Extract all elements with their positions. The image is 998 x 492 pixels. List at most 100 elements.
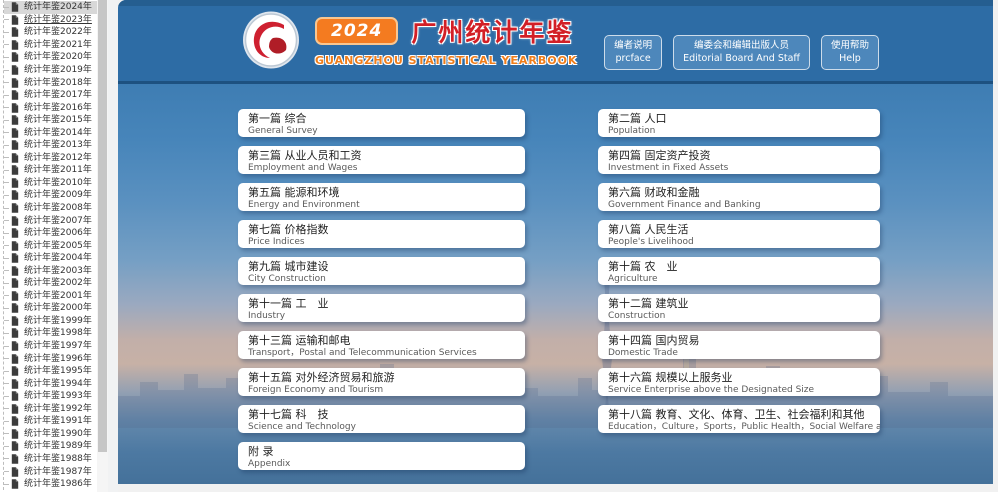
chapter-title-cn: 附 录 [248, 445, 515, 459]
chapter-button[interactable]: 第九篇 城市建设 City Construction [238, 257, 525, 285]
sidebar-item-yearbook[interactable]: 统计年鉴2009年 [4, 189, 97, 202]
sidebar-item-yearbook[interactable]: 统计年鉴1999年 [4, 315, 97, 328]
document-icon [11, 90, 19, 100]
sidebar-item-yearbook[interactable]: 统计年鉴2021年 [4, 39, 97, 52]
sidebar-item-label: 统计年鉴1987年 [22, 466, 94, 478]
sidebar-item-yearbook[interactable]: 统计年鉴1995年 [4, 365, 97, 378]
chapter-button[interactable]: 第十三篇 运输和邮电 Transport，Postal and Telecomm… [238, 331, 525, 359]
chapter-title-cn: 第十五篇 对外经济贸易和旅游 [248, 371, 515, 385]
sidebar-scrollbar[interactable] [97, 0, 108, 492]
sidebar-item-yearbook[interactable]: 统计年鉴2014年 [4, 126, 97, 139]
chapter-button[interactable]: 第十篇 农 业 Agriculture [598, 257, 880, 285]
sidebar-item-yearbook[interactable]: 统计年鉴1997年 [4, 340, 97, 353]
chapter-title-cn: 第二篇 人口 [608, 112, 870, 126]
sidebar-item-yearbook[interactable]: 统计年鉴1992年 [4, 403, 97, 416]
document-icon [11, 78, 19, 88]
tree-connector [4, 270, 9, 271]
sidebar-item-yearbook[interactable]: 统计年鉴2017年 [4, 89, 97, 102]
sidebar-item-yearbook[interactable]: 统计年鉴2006年 [4, 227, 97, 240]
sidebar-item-yearbook[interactable]: 统计年鉴2005年 [4, 239, 97, 252]
tree-connector [4, 233, 9, 234]
sidebar-item-yearbook[interactable]: 统计年鉴1991年 [4, 415, 97, 428]
sidebar-item-yearbook[interactable]: 统计年鉴2002年 [4, 277, 97, 290]
chapter-title-cn: 第十篇 农 业 [608, 260, 870, 274]
chapter-button[interactable]: 第一篇 综合 General Survey [238, 109, 525, 137]
chapter-button[interactable]: 第十五篇 对外经济贸易和旅游 Foreign Economy and Touri… [238, 368, 525, 396]
chapter-title-cn: 第七篇 价格指数 [248, 223, 515, 237]
sidebar-item-yearbook[interactable]: 统计年鉴2023年 [4, 14, 97, 27]
sidebar-item-yearbook[interactable]: 统计年鉴1988年 [4, 453, 97, 466]
chapter-button[interactable]: 第四篇 固定资产投资 Investment in Fixed Assets [598, 146, 880, 174]
chapter-button[interactable]: 附 录 Appendix [238, 442, 525, 470]
yearbook-app: 统计年鉴2024年 统计年鉴2023年 统计年鉴2022年 统计年鉴2021年 … [0, 0, 998, 492]
document-icon [11, 391, 19, 401]
chapter-button[interactable]: 第二篇 人口 Population [598, 109, 880, 137]
help-button[interactable]: 使用帮助 Help [821, 35, 879, 70]
sidebar-item-yearbook[interactable]: 统计年鉴1990年 [4, 428, 97, 441]
tree-connector [4, 120, 9, 121]
sidebar-item-yearbook[interactable]: 统计年鉴1996年 [4, 352, 97, 365]
sidebar-item-yearbook[interactable]: 统计年鉴2015年 [4, 114, 97, 127]
tree-connector [4, 70, 9, 71]
chapter-button[interactable]: 第十二篇 建筑业 Construction [598, 294, 880, 322]
document-icon [11, 303, 19, 313]
tree-connector [4, 107, 9, 108]
sidebar-item-yearbook[interactable]: 统计年鉴1986年 [4, 478, 97, 491]
sidebar-item-label: 统计年鉴1989年 [22, 440, 94, 452]
chapter-button[interactable]: 第十六篇 规模以上服务业 Service Enterprise above th… [598, 368, 880, 396]
scrollbar-thumb[interactable] [98, 0, 107, 452]
chapter-button[interactable]: 第十一篇 工 业 Industry [238, 294, 525, 322]
sidebar-item-yearbook[interactable]: 统计年鉴2019年 [4, 64, 97, 77]
chapter-button[interactable]: 第五篇 能源和环境 Energy and Environment [238, 183, 525, 211]
sidebar-item-yearbook[interactable]: 统计年鉴2024年 [4, 1, 97, 14]
sidebar-item-yearbook[interactable]: 统计年鉴2008年 [4, 202, 97, 215]
sidebar-item-label: 统计年鉴2004年 [22, 252, 94, 264]
chapter-title-en: Employment and Wages [248, 163, 515, 174]
document-icon [11, 40, 19, 50]
document-icon [11, 291, 19, 301]
sidebar-item-yearbook[interactable]: 统计年鉴2022年 [4, 26, 97, 39]
sidebar-item-yearbook[interactable]: 统计年鉴2011年 [4, 164, 97, 177]
chapter-title-en: People's Livelihood [608, 237, 870, 248]
sidebar-item-yearbook[interactable]: 统计年鉴2007年 [4, 214, 97, 227]
document-icon [11, 128, 19, 138]
sidebar-item-yearbook[interactable]: 统计年鉴2020年 [4, 51, 97, 64]
sidebar-item-label: 统计年鉴2011年 [22, 164, 94, 176]
sidebar-item-yearbook[interactable]: 统计年鉴1987年 [4, 465, 97, 478]
sidebar-item-yearbook[interactable]: 统计年鉴2000年 [4, 302, 97, 315]
document-icon [11, 241, 19, 251]
chapter-button[interactable]: 第三篇 从业人员和工资 Employment and Wages [238, 146, 525, 174]
sidebar-item-yearbook[interactable]: 统计年鉴2004年 [4, 252, 97, 265]
sidebar-item-yearbook[interactable]: 统计年鉴2016年 [4, 101, 97, 114]
sidebar-item-yearbook[interactable]: 统计年鉴2010年 [4, 177, 97, 190]
sidebar-item-yearbook[interactable]: 统计年鉴2001年 [4, 290, 97, 303]
sidebar-item-label: 统计年鉴2009年 [22, 189, 94, 201]
editorial-board-button[interactable]: 编委会和编辑出版人员 Editorial Board And Staff [673, 35, 810, 70]
document-icon [11, 429, 19, 439]
chapter-title-en: Industry [248, 311, 515, 322]
sidebar-item-yearbook[interactable]: 统计年鉴2003年 [4, 264, 97, 277]
sidebar-item-label: 统计年鉴2007年 [22, 215, 94, 227]
chapter-button[interactable]: 第十四篇 国内贸易 Domestic Trade [598, 331, 880, 359]
document-icon [11, 341, 19, 351]
sidebar-item-label: 统计年鉴2015年 [22, 114, 94, 126]
sidebar-item-yearbook[interactable]: 统计年鉴2013年 [4, 139, 97, 152]
chapter-button[interactable]: 第十八篇 教育、文化、体育、卫生、社会福利和其他 Education，Cultu… [598, 405, 880, 433]
chapter-title-en: Government Finance and Banking [608, 200, 870, 211]
chapter-button[interactable]: 第十七篇 科 技 Science and Technology [238, 405, 525, 433]
tree-connector [4, 157, 9, 158]
sidebar-item-yearbook[interactable]: 统计年鉴1998年 [4, 327, 97, 340]
sidebar-item-label: 统计年鉴2021年 [22, 39, 94, 51]
chapter-button[interactable]: 第六篇 财政和金融 Government Finance and Banking [598, 183, 880, 211]
document-icon [11, 15, 19, 25]
sidebar-item-yearbook[interactable]: 统计年鉴2012年 [4, 152, 97, 165]
sidebar-item-yearbook[interactable]: 统计年鉴2018年 [4, 76, 97, 89]
sidebar-item-yearbook[interactable]: 统计年鉴1993年 [4, 390, 97, 403]
tree-connector [4, 245, 9, 246]
preface-button[interactable]: 编者说明 prcface [604, 35, 662, 70]
chapter-button[interactable]: 第七篇 价格指数 Price Indices [238, 220, 525, 248]
chapter-button[interactable]: 第八篇 人民生活 People's Livelihood [598, 220, 880, 248]
sidebar-item-yearbook[interactable]: 统计年鉴1994年 [4, 377, 97, 390]
sidebar-item-yearbook[interactable]: 统计年鉴1989年 [4, 440, 97, 453]
sidebar-item-label: 统计年鉴1988年 [22, 453, 94, 465]
